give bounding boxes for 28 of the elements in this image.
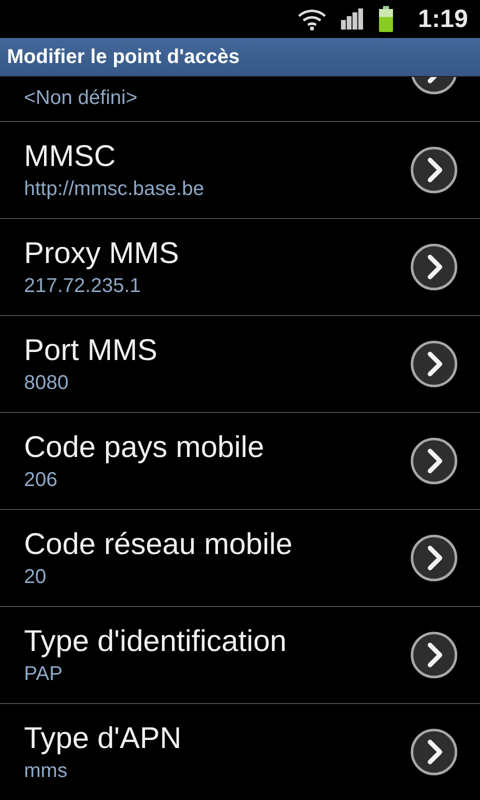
setting-row[interactable]: <Non défini>	[0, 77, 480, 122]
setting-value: mms	[24, 759, 68, 784]
setting-value: 20	[24, 565, 48, 590]
setting-label: Port MMS	[24, 333, 158, 369]
setting-row[interactable]: MMSC http://mmsc.base.be	[0, 122, 480, 219]
battery-icon	[378, 6, 394, 32]
setting-row[interactable]: Code réseau mobile 20	[0, 510, 480, 607]
wifi-icon	[296, 7, 327, 31]
setting-label: Code pays mobile	[24, 430, 264, 466]
signal-icon	[340, 8, 364, 30]
setting-value: 206	[24, 468, 58, 493]
screen-title: Modifier le point d'accès	[7, 46, 240, 68]
setting-label: Proxy MMS	[24, 236, 180, 272]
setting-value: PAP	[24, 662, 64, 687]
setting-row[interactable]: Type d'APN mms	[0, 704, 480, 800]
setting-label: Code réseau mobile	[24, 527, 292, 563]
setting-label: Type d'identification	[24, 624, 287, 660]
setting-row[interactable]: Code pays mobile 206	[0, 413, 480, 510]
setting-row[interactable]: Proxy MMS 217.72.235.1	[0, 219, 480, 316]
setting-value: <Non défini>	[24, 86, 138, 111]
clock-time: 1:19	[418, 4, 468, 34]
setting-row[interactable]: Type d'identification PAP	[0, 607, 480, 704]
setting-value: http://mmsc.base.be	[24, 177, 204, 202]
setting-row[interactable]: Port MMS 8080	[0, 316, 480, 413]
setting-label: Type d'APN	[24, 721, 182, 757]
setting-value: 217.72.235.1	[24, 274, 142, 299]
setting-value: 8080	[24, 371, 70, 396]
setting-label: MMSC	[24, 139, 117, 175]
